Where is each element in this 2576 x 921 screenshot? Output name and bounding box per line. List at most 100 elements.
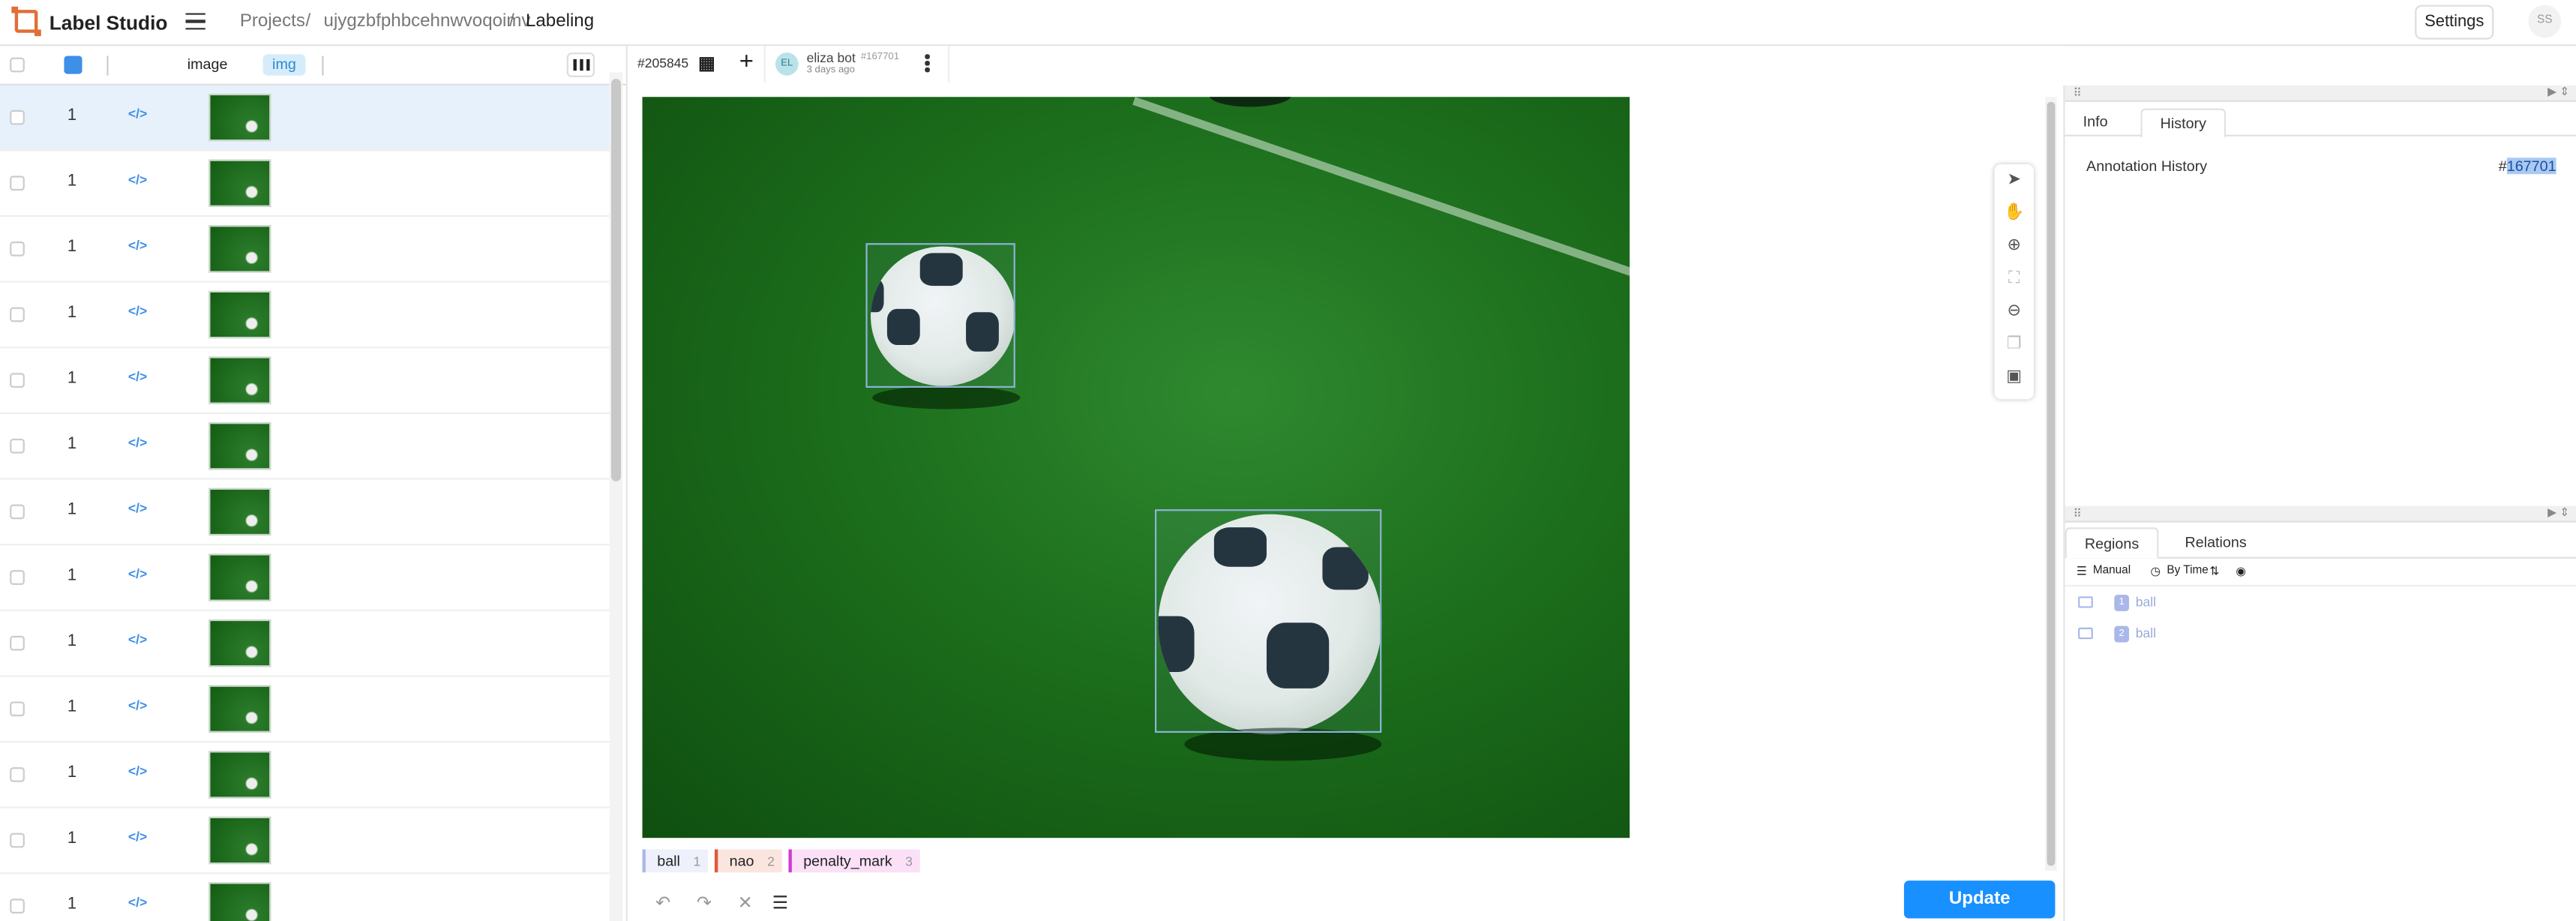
code-icon[interactable]: </> [128, 632, 147, 647]
panel-controls-icon[interactable]: ▶ ⇕ [2548, 86, 2569, 98]
row-checkbox[interactable] [10, 438, 25, 454]
tab-info[interactable]: Info [2065, 109, 2126, 136]
breadcrumb-project[interactable]: ujygzbfphbcehnwvoqoimv [324, 11, 531, 31]
layers-icon[interactable]: ❐ [1994, 328, 2034, 362]
code-icon[interactable]: </> [128, 501, 147, 516]
zoom-out-icon[interactable]: ⊖ [1994, 296, 2034, 328]
breadcrumb-labeling: Labeling [525, 11, 595, 32]
annotation-history-id[interactable]: #167701 [2499, 158, 2557, 174]
row-checkbox[interactable] [10, 242, 25, 256]
code-icon[interactable]: </> [128, 304, 147, 319]
panel-controls-icon[interactable]: ▶ ⇕ [2548, 506, 2569, 519]
camera-icon[interactable]: ▣ [1994, 362, 2034, 394]
image-thumbnail [208, 751, 271, 799]
label-nao[interactable]: nao 2 [714, 849, 783, 873]
row-checkbox[interactable] [10, 110, 25, 125]
tab-relations[interactable]: Relations [2167, 527, 2264, 559]
image-canvas[interactable] [642, 97, 1630, 838]
image-thumbnail [208, 422, 271, 470]
add-annotation-icon[interactable]: + [739, 48, 754, 76]
code-icon[interactable]: </> [128, 436, 147, 451]
update-button[interactable]: Update [1903, 880, 2056, 919]
hand-icon[interactable]: ✋ [1994, 197, 2034, 230]
by-time-sort-label[interactable]: By Time [2167, 566, 2208, 577]
row-checkbox[interactable] [10, 767, 25, 782]
settings-button[interactable]: Settings [2415, 4, 2494, 40]
table-row[interactable]: 1 </> [0, 348, 610, 415]
tab-history[interactable]: History [2140, 108, 2227, 139]
settings-sliders-icon[interactable]: ☰ [772, 892, 789, 914]
grid-icon[interactable]: ▦ [698, 52, 715, 74]
table-row[interactable]: 1 </> [0, 545, 610, 611]
drag-handle-icon[interactable]: ⠿ [2074, 87, 2082, 100]
image-thumbnail [208, 488, 271, 536]
breadcrumb-projects[interactable]: Projects [240, 11, 305, 31]
manual-sort-icon[interactable]: ☰ [2077, 566, 2087, 578]
region-item[interactable]: 1 ball [2078, 590, 2571, 617]
row-checkbox[interactable] [10, 898, 25, 914]
image-thumbnail [208, 159, 271, 208]
code-icon[interactable]: </> [128, 764, 147, 779]
time-sort-icon[interactable]: ◷ [2150, 566, 2160, 578]
code-icon[interactable]: </> [128, 238, 147, 254]
code-icon[interactable]: </> [128, 896, 147, 910]
row-checkbox[interactable] [10, 635, 25, 651]
table-row[interactable]: 1 </> [0, 808, 610, 874]
table-row[interactable]: 1 </> [0, 151, 610, 218]
table-row[interactable]: 1 </> [0, 217, 610, 283]
tab-regions[interactable]: Regions [2065, 527, 2159, 559]
undo-icon[interactable]: ↶ [655, 892, 670, 914]
region-bbox-ball-2[interactable] [1154, 509, 1382, 734]
annotations-count: 1 [67, 106, 76, 125]
columns-toggle-button[interactable] [566, 52, 595, 77]
annotations-count: 1 [67, 895, 76, 914]
menu-icon[interactable] [185, 13, 205, 30]
user-avatar[interactable]: SS [2528, 4, 2562, 38]
code-icon[interactable]: </> [128, 172, 147, 188]
annotations-count: 1 [67, 304, 76, 322]
table-row[interactable]: 1 </> [0, 479, 610, 546]
redo-icon[interactable]: ↷ [697, 892, 712, 914]
table-row[interactable]: 1 </> [0, 874, 610, 921]
more-options-icon[interactable] [925, 54, 930, 74]
table-row[interactable]: 1 </> [0, 85, 610, 152]
zoom-in-icon[interactable]: ⊕ [1994, 230, 2034, 263]
right-sidebar: ⠿ ▶ ⇕ Info History Annotation History #1… [2063, 85, 2576, 921]
drag-handle-icon[interactable]: ⠿ [2074, 508, 2082, 520]
annotations-count: 1 [67, 238, 76, 256]
row-checkbox[interactable] [10, 504, 25, 520]
reset-icon[interactable]: ✕ [738, 892, 753, 914]
sort-direction-icon[interactable]: ⇅ [2209, 566, 2219, 578]
label-ball[interactable]: ball 1 [642, 849, 709, 873]
row-checkbox[interactable] [10, 832, 25, 848]
table-row[interactable]: 1 </> [0, 610, 610, 677]
code-icon[interactable]: </> [128, 698, 147, 713]
row-checkbox[interactable] [10, 373, 25, 388]
table-row[interactable]: 1 </> [0, 676, 610, 743]
row-checkbox[interactable] [10, 701, 25, 717]
code-icon[interactable]: </> [128, 567, 147, 582]
code-icon[interactable]: </> [128, 830, 147, 844]
table-row[interactable]: 1 </> [0, 414, 610, 480]
canvas-scrollbar-thumb[interactable] [2047, 101, 2056, 866]
visibility-toggle-icon[interactable]: ◉ [2236, 566, 2245, 578]
region-item[interactable]: 2 ball [2078, 621, 2571, 649]
row-checkbox[interactable] [10, 176, 25, 191]
list-scrollbar-thumb[interactable] [610, 79, 622, 482]
table-row[interactable]: 1 </> [0, 742, 610, 808]
pointer-icon[interactable]: ➤ [1994, 164, 2034, 197]
row-checkbox[interactable] [10, 307, 25, 322]
manual-sort-label[interactable]: Manual [2093, 566, 2131, 577]
column-header-image[interactable]: image [187, 56, 228, 72]
select-all-checkbox[interactable] [10, 57, 25, 73]
label-penalty-mark[interactable]: penalty_mark 3 [788, 849, 921, 873]
region-number: 2 [2114, 626, 2130, 643]
fit-icon[interactable]: ⛶ [1994, 262, 2034, 296]
code-icon[interactable]: </> [128, 370, 147, 385]
image-thumbnail [208, 816, 271, 865]
annotation-actions-bar: ↶ ↷ ✕ ☰ [643, 882, 2056, 921]
row-checkbox[interactable] [10, 570, 25, 585]
table-row[interactable]: 1 </> [0, 282, 610, 349]
region-bbox-ball-1[interactable] [865, 243, 1015, 388]
code-icon[interactable]: </> [128, 106, 147, 122]
